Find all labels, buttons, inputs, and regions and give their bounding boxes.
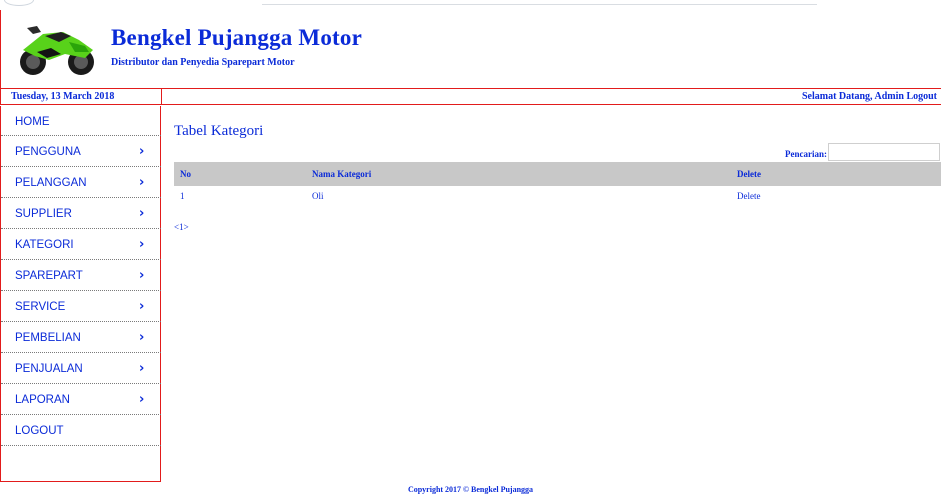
sidebar-item-label: LAPORAN [15,394,70,406]
sidebar-item-label: PENGGUNA [15,146,81,158]
column-header-delete: Delete [731,162,941,186]
browser-circle [4,0,34,6]
sidebar-item-label: LOGOUT [15,425,64,437]
sidebar-item-supplier[interactable]: SUPPLIER › [1,198,161,229]
sidebar-item-pembelian[interactable]: PEMBELIAN › [1,322,161,353]
sidebar-item-label: KATEGORI [15,239,74,251]
search-label: Pencarian: [785,149,827,159]
sidebar-item-label: PEMBELIAN [15,332,81,344]
cell-no: 1 [180,191,185,201]
sidebar-item-label: SERVICE [15,301,66,313]
pagination[interactable]: <1> [174,222,189,232]
sidebar-item-kategori[interactable]: KATEGORI › [1,229,161,260]
browser-top-strip [0,0,941,10]
welcome-message: Selamat Datang, Admin Logout [802,91,937,102]
site-header: Bengkel Pujangga Motor Distributor dan P… [0,10,941,88]
sidebar-item-laporan[interactable]: LAPORAN › [1,384,161,415]
column-header-name: Nama Kategori [306,162,731,186]
sidebar-item-pengguna[interactable]: PENGGUNA › [1,136,161,167]
column-header-no: No [174,162,306,186]
chevron-right-icon: › [139,206,145,221]
welcome-text: Selamat Datang, Admin [801,91,904,102]
sidebar: HOME PENGGUNA › PELANGGAN › SUPPLIER › K… [0,106,161,482]
chevron-right-icon: › [139,299,145,314]
motorcycle-logo [20,26,94,75]
chevron-right-icon: › [139,330,145,345]
sidebar-item-sparepart[interactable]: SPAREPART › [1,260,161,291]
current-date: Tuesday, 13 March 2018 [11,91,115,102]
logout-link[interactable]: Logout [906,91,937,102]
date-bar: Tuesday, 13 March 2018 Selamat Datang, A… [0,88,941,105]
site-subtitle: Distributor dan Penyedia Sparepart Motor [111,57,295,68]
browser-bar [262,4,817,5]
chevron-right-icon: › [139,361,145,376]
sidebar-item-label: HOME [15,116,50,128]
sidebar-item-logout[interactable]: LOGOUT [1,415,161,446]
date-divider [161,89,162,104]
chevron-right-icon: › [139,175,145,190]
main-content: Tabel Kategori Pencarian: No Nama Katego… [174,106,941,482]
sidebar-item-label: SUPPLIER [15,208,72,220]
chevron-right-icon: › [139,392,145,407]
sidebar-item-service[interactable]: SERVICE › [1,291,161,322]
cell-name: Oli [312,191,324,201]
sidebar-item-pelanggan[interactable]: PELANGGAN › [1,167,161,198]
search-input[interactable] [828,143,940,161]
site-title: Bengkel Pujangga Motor [111,25,362,50]
sidebar-item-label: SPAREPART [15,270,83,282]
sidebar-item-penjualan[interactable]: PENJUALAN › [1,353,161,384]
chevron-right-icon: › [139,237,145,252]
page-title: Tabel Kategori [174,123,264,139]
chevron-right-icon: › [139,144,145,159]
category-table: No Nama Kategori Delete 1 Oli Delete [174,162,941,206]
sidebar-item-home[interactable]: HOME [1,106,161,136]
footer-copyright: Copyright 2017 © Bengkel Pujangga [407,485,534,494]
chevron-right-icon: › [139,268,145,283]
sidebar-item-label: PENJUALAN [15,363,83,375]
sidebar-item-label: PELANGGAN [15,177,87,189]
table-row: 1 Oli Delete [174,186,941,206]
cell-action: Delete [731,186,941,206]
delete-link[interactable]: Delete [737,191,760,201]
table-header-row: No Nama Kategori Delete [174,162,941,186]
